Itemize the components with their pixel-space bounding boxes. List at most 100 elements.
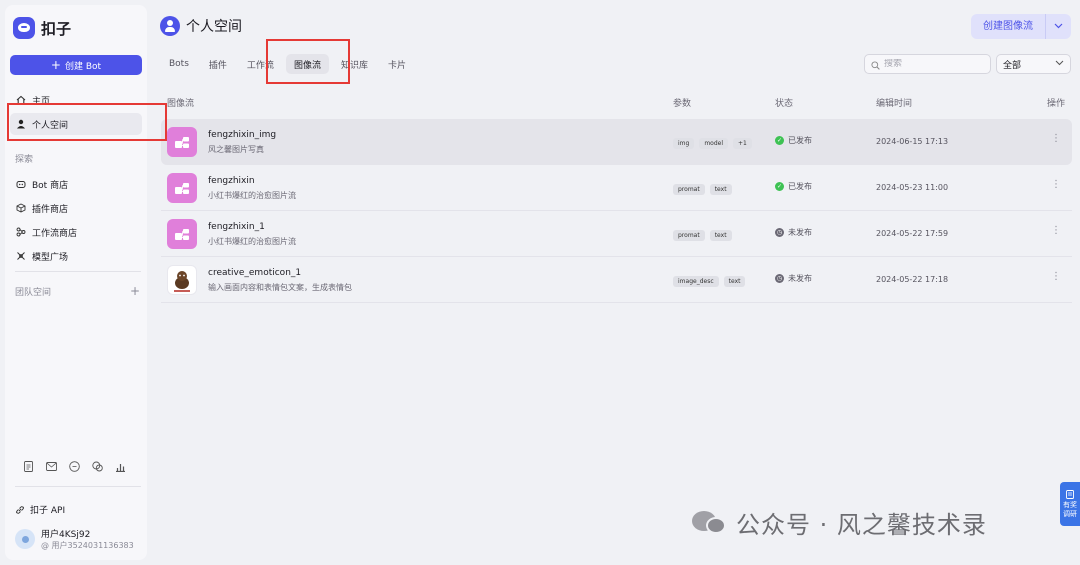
search-icon — [871, 55, 880, 74]
wechat-icon[interactable] — [92, 461, 103, 472]
survey-side-tab[interactable]: 有奖 调研 — [1060, 482, 1080, 526]
model-icon — [16, 251, 26, 261]
image-flow-icon — [167, 219, 197, 249]
param-tag: promat — [673, 230, 705, 241]
table-row[interactable]: fengzhixin 小红书爆红的治愈图片流 promat text ✓ 已发布… — [161, 165, 1072, 211]
param-tags: promat text — [673, 184, 732, 195]
workflow-icon — [16, 227, 26, 237]
sidebar-item-workflow-store[interactable]: 工作流商店 — [10, 221, 142, 243]
personal-space-icon — [160, 16, 180, 36]
coze-logo-icon — [13, 17, 35, 39]
table-row[interactable]: creative_emoticon_1 输入画面内容和表情包文案，生成表情包 i… — [161, 257, 1072, 303]
main-content: 个人空间 创建图像流 Bots 插件 工作流 图像流 知识库 卡片 全部 图像流… — [151, 0, 1080, 565]
highlight-box-personal-space — [7, 103, 167, 141]
more-actions-icon[interactable]: ⋮ — [1051, 179, 1061, 190]
param-tag: promat — [673, 184, 705, 195]
status-badge: ◷ 未发布 — [775, 227, 812, 238]
tab-cards[interactable]: 卡片 — [380, 54, 414, 74]
check-circle-icon: ✓ — [775, 182, 784, 191]
sidebar-footer-icons — [23, 461, 126, 472]
user-profile[interactable]: 用户4KSj92 @ 用户3524031136383 — [15, 527, 134, 551]
team-space-label: 团队空间 — [15, 288, 52, 298]
sidebar-item-label: 插件商店 — [32, 204, 69, 215]
tab-plugins[interactable]: 插件 — [201, 54, 235, 74]
create-bot-button[interactable]: + 创建 Bot — [10, 55, 142, 75]
user-name: 用户4KSj92 — [41, 530, 91, 540]
row-description: 输入画面内容和表情包文案，生成表情包 — [208, 283, 352, 292]
table-row[interactable]: fengzhixin_1 小红书爆红的治愈图片流 promat text ◷ 未… — [161, 211, 1072, 257]
survey-icon — [1066, 489, 1074, 501]
more-actions-icon[interactable]: ⋮ — [1051, 133, 1061, 144]
emoticon-thumbnail-icon — [167, 265, 197, 295]
param-tags: promat text — [673, 230, 732, 241]
edit-time: 2024-06-15 17:13 — [876, 137, 949, 146]
row-name: fengzhixin_img — [208, 130, 277, 140]
tab-bots[interactable]: Bots — [161, 54, 197, 74]
page-title: 个人空间 — [186, 19, 242, 35]
bot-icon — [16, 179, 26, 189]
edit-time: 2024-05-22 17:18 — [876, 275, 949, 284]
param-tag: text — [709, 184, 732, 195]
param-tag: text — [723, 276, 746, 287]
more-actions-icon[interactable]: ⋮ — [1051, 225, 1061, 236]
clock-icon: ◷ — [775, 274, 784, 283]
filter-selected-value: 全部 — [1003, 60, 1022, 71]
table-row[interactable]: fengzhixin_img 风之馨图片写真 img model +1 ✓ 已发… — [161, 119, 1072, 165]
image-flow-icon — [167, 127, 197, 157]
column-header-name: 图像流 — [167, 99, 195, 109]
chevron-down-icon[interactable] — [1046, 22, 1071, 32]
sidebar-item-plugin-store[interactable]: 插件商店 — [10, 197, 142, 219]
create-image-flow-button[interactable]: 创建图像流 — [971, 14, 1071, 39]
param-tag: image_desc — [673, 276, 719, 287]
mail-icon[interactable] — [46, 461, 57, 472]
sidebar-item-bot-store[interactable]: Bot 商店 — [10, 173, 142, 195]
search-input[interactable] — [884, 59, 984, 69]
clock-icon: ◷ — [775, 228, 784, 237]
param-tags: image_desc text — [673, 276, 746, 287]
column-header-edit-time: 编辑时间 — [876, 99, 913, 109]
create-image-flow-label: 创建图像流 — [971, 14, 1046, 39]
param-tag: img — [673, 138, 695, 149]
stats-icon[interactable] — [115, 461, 126, 472]
highlight-box-image-flow-tab — [266, 39, 350, 84]
column-header-actions: 操作 — [1047, 99, 1066, 109]
create-bot-label: 创建 Bot — [64, 61, 102, 72]
param-tag: text — [709, 230, 732, 241]
chat-icon[interactable] — [69, 461, 80, 472]
check-circle-icon: ✓ — [775, 136, 784, 145]
column-header-params: 参数 — [673, 99, 692, 109]
status-badge: ◷ 未发布 — [775, 273, 812, 284]
coze-api-link[interactable]: 扣子 API — [15, 503, 65, 516]
sidebar-item-model-square[interactable]: 模型广场 — [10, 245, 142, 267]
link-icon — [15, 505, 25, 515]
status-text: 已发布 — [788, 182, 812, 191]
plus-icon: + — [50, 58, 61, 72]
row-name: fengzhixin_1 — [208, 222, 265, 232]
document-icon[interactable] — [23, 461, 34, 472]
more-actions-icon[interactable]: ⋮ — [1051, 271, 1061, 282]
row-description: 小红书爆红的治愈图片流 — [208, 191, 296, 200]
survey-label-line2: 调研 — [1063, 509, 1077, 518]
sidebar-divider — [15, 486, 141, 487]
explore-section-label: 探索 — [15, 155, 34, 165]
sidebar-divider — [15, 271, 141, 272]
row-name: creative_emoticon_1 — [208, 268, 302, 278]
avatar — [15, 529, 35, 549]
wechat-logo-icon — [692, 509, 728, 537]
row-name: fengzhixin — [208, 176, 255, 186]
column-header-status: 状态 — [775, 99, 794, 109]
param-tag: model — [699, 138, 729, 149]
search-box[interactable] — [864, 54, 991, 74]
edit-time: 2024-05-22 17:59 — [876, 229, 949, 238]
sidebar-item-label: 模型广场 — [32, 252, 69, 263]
param-tag-more: +1 — [733, 138, 752, 149]
app-logo[interactable]: 扣子 — [13, 17, 71, 39]
add-team-icon[interactable]: + — [130, 284, 140, 298]
app-name: 扣子 — [41, 19, 72, 38]
status-filter-select[interactable]: 全部 — [996, 54, 1071, 74]
status-text: 未发布 — [788, 274, 812, 283]
page-header: 个人空间 — [160, 16, 242, 36]
watermark: 公众号 · 风之馨技术录 — [692, 505, 987, 540]
survey-label-line1: 有奖 — [1063, 501, 1077, 510]
sidebar: 扣子 + 创建 Bot 主页 个人空间 探索 Bot 商店 插件商店 工作流商店 — [5, 5, 147, 560]
